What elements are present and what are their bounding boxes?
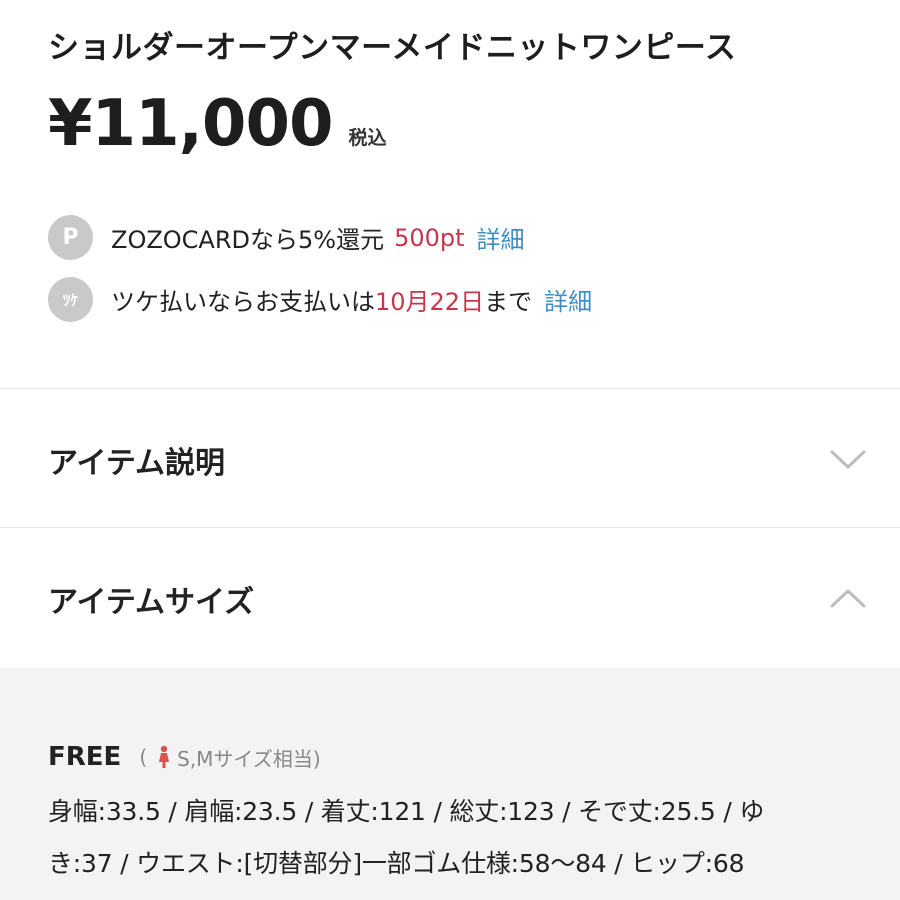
size-name: FREE xyxy=(48,742,122,772)
point-amount: 500pt xyxy=(394,223,465,252)
divider xyxy=(0,527,900,528)
point-info-text: ZOZOCARDなら5%還元 xyxy=(111,226,385,254)
item-size-accordion[interactable]: アイテムサイズ xyxy=(0,530,900,668)
size-measurements-line-1: 身幅:33.5 / 肩幅:23.5 / 着丈:121 / 総丈:123 / そで… xyxy=(48,797,765,826)
size-equivalent: S,Mサイズ相当) xyxy=(177,746,321,771)
divider xyxy=(0,388,900,389)
item-size-label: アイテムサイズ xyxy=(48,585,255,620)
size-header: FREE ( S,Mサイズ相当) xyxy=(48,742,321,772)
size-equivalent-note: ( S,Mサイズ相当) xyxy=(139,743,320,772)
deferred-payment-detail-link[interactable]: 詳細 xyxy=(544,282,592,317)
item-description-label: アイテム説明 xyxy=(48,446,225,481)
price-block: ¥11,000 税込 xyxy=(48,92,387,156)
tax-label: 税込 xyxy=(348,127,387,149)
product-price: ¥11,000 xyxy=(48,87,333,161)
size-panel: FREE ( S,Mサイズ相当) 身幅:33.5 / 肩幅:23.5 / 着丈:… xyxy=(0,668,900,900)
deferred-payment-suffix: まで xyxy=(484,288,533,316)
point-info-row: P ZOZOCARDなら5%還元 500pt 詳細 xyxy=(48,215,525,260)
deferred-payment-row: ﾂｹ ツケ払いならお支払いは 10月22日 まで 詳細 xyxy=(48,277,592,322)
product-detail-page: ショルダーオープンマーメイドニットワンピース ¥11,000 税込 P ZOZO… xyxy=(0,0,900,900)
chevron-down-icon xyxy=(830,450,866,469)
tsuke-icon: ﾂｹ xyxy=(48,277,93,322)
point-detail-link[interactable]: 詳細 xyxy=(477,220,525,255)
chevron-up-icon xyxy=(830,589,866,608)
item-description-accordion[interactable]: アイテム説明 xyxy=(0,391,900,529)
product-title: ショルダーオープンマーメイドニットワンピース xyxy=(48,30,737,66)
size-measurements-line-2: き:37 / ウエスト:[切替部分]一部ゴム仕様:58～84 / ヒップ:68 xyxy=(48,849,745,878)
woman-icon xyxy=(159,745,170,768)
point-icon: P xyxy=(48,215,93,260)
deferred-payment-text: ツケ払いならお支払いは xyxy=(111,288,375,316)
paren-open: ( xyxy=(139,745,148,769)
payment-due-date: 10月22日 xyxy=(375,288,485,316)
